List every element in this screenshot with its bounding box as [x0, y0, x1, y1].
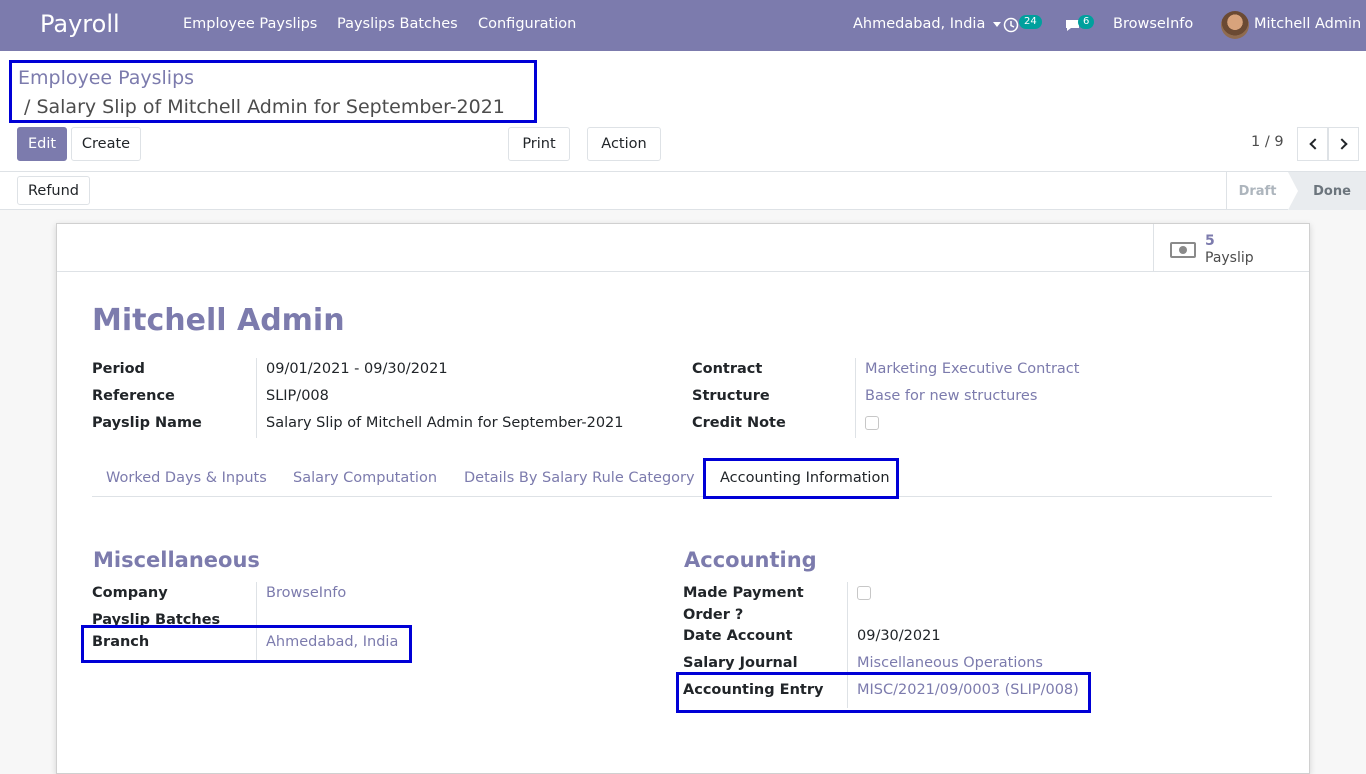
period-label: Period	[92, 361, 145, 377]
salary-journal-link[interactable]: Miscellaneous Operations	[857, 655, 1043, 671]
highlight-box	[676, 672, 1091, 713]
reference-value: SLIP/008	[266, 388, 329, 404]
payslip-smart-button[interactable]: 5 Payslip	[1153, 224, 1309, 272]
period-value: 09/01/2021 - 09/30/2021	[266, 361, 448, 377]
breadcrumb-current: / Salary Slip of Mitchell Admin for Sept…	[24, 96, 505, 118]
payslip-name-value: Salary Slip of Mitchell Admin for Septem…	[266, 415, 624, 431]
status-bar: Refund Draft Done	[0, 172, 1366, 210]
accounting-section-title: Accounting	[684, 548, 817, 572]
payslip-smart-label: Payslip	[1205, 250, 1254, 266]
user-menu[interactable]: Mitchell Admin	[1254, 16, 1361, 32]
pager-next-button[interactable]	[1328, 127, 1359, 161]
date-account-value: 09/30/2021	[857, 628, 941, 644]
button-box: 5 Payslip	[57, 224, 1309, 272]
status-draft[interactable]: Draft	[1226, 172, 1288, 210]
credit-note-checkbox[interactable]	[865, 416, 879, 430]
date-account-label: Date Account	[683, 628, 793, 644]
messages-count-badge: 6	[1078, 15, 1095, 29]
app-name[interactable]: Payroll	[40, 10, 120, 38]
credit-note-label: Credit Note	[692, 415, 786, 431]
clock-icon	[1003, 17, 1019, 33]
employee-name: Mitchell Admin	[92, 303, 345, 338]
activity-count-badge: 24	[1019, 15, 1042, 29]
made-payment-label-line2: Order ?	[683, 607, 744, 623]
form-sheet: 5 Payslip Mitchell Admin Period Referenc…	[56, 223, 1310, 774]
branch-selector-label: Ahmedabad, India	[853, 16, 986, 32]
structure-link[interactable]: Base for new structures	[865, 388, 1037, 404]
divider	[855, 358, 856, 438]
company-label: Company	[92, 585, 168, 601]
chevron-right-icon	[1335, 138, 1348, 150]
salary-journal-label: Salary Journal	[683, 655, 798, 671]
payslip-count: 5	[1205, 233, 1215, 249]
menu-configuration[interactable]: Configuration	[478, 16, 576, 32]
contract-link[interactable]: Marketing Executive Contract	[865, 361, 1079, 377]
pager-value[interactable]: 1 / 9	[1251, 134, 1284, 150]
contract-label: Contract	[692, 361, 763, 377]
create-button[interactable]: Create	[71, 127, 141, 161]
money-icon	[1170, 242, 1196, 258]
breadcrumb: Employee Payslips / Salary Slip of Mitch…	[9, 60, 537, 123]
avatar[interactable]	[1221, 11, 1249, 39]
branch-selector[interactable]: Ahmedabad, India	[853, 16, 1002, 32]
highlight-box	[81, 625, 412, 663]
tab-salary-computation[interactable]: Salary Computation	[293, 470, 437, 486]
refund-button[interactable]: Refund	[17, 176, 90, 205]
reference-label: Reference	[92, 388, 175, 404]
top-navbar: Payroll Employee Payslips Payslips Batch…	[0, 0, 1366, 51]
menu-payslips-batches[interactable]: Payslips Batches	[337, 16, 458, 32]
made-payment-label: Made Payment	[683, 585, 804, 601]
pager-previous-button[interactable]	[1297, 127, 1328, 161]
status-done[interactable]: Done	[1288, 172, 1366, 210]
payslip-name-label: Payslip Name	[92, 415, 202, 431]
control-panel: Employee Payslips / Salary Slip of Mitch…	[0, 51, 1366, 172]
action-button[interactable]: Action	[587, 127, 661, 161]
print-button[interactable]: Print	[508, 127, 570, 161]
highlight-box	[703, 458, 899, 499]
menu-employee-payslips[interactable]: Employee Payslips	[183, 16, 317, 32]
made-payment-checkbox[interactable]	[857, 586, 871, 600]
misc-section-title: Miscellaneous	[93, 548, 260, 572]
divider	[256, 358, 257, 438]
company-switcher[interactable]: BrowseInfo	[1113, 16, 1193, 32]
notebook-tabs: Worked Days & Inputs Salary Computation …	[92, 457, 1272, 497]
breadcrumb-parent-link[interactable]: Employee Payslips	[18, 67, 194, 89]
tab-worked-days[interactable]: Worked Days & Inputs	[106, 470, 267, 486]
edit-button[interactable]: Edit	[17, 127, 67, 161]
status-arrow	[1288, 172, 1298, 210]
caret-down-icon	[993, 21, 1002, 27]
structure-label: Structure	[692, 388, 770, 404]
tab-details-by-category[interactable]: Details By Salary Rule Category	[464, 470, 695, 486]
chevron-left-icon	[1308, 138, 1321, 150]
company-link[interactable]: BrowseInfo	[266, 585, 346, 601]
